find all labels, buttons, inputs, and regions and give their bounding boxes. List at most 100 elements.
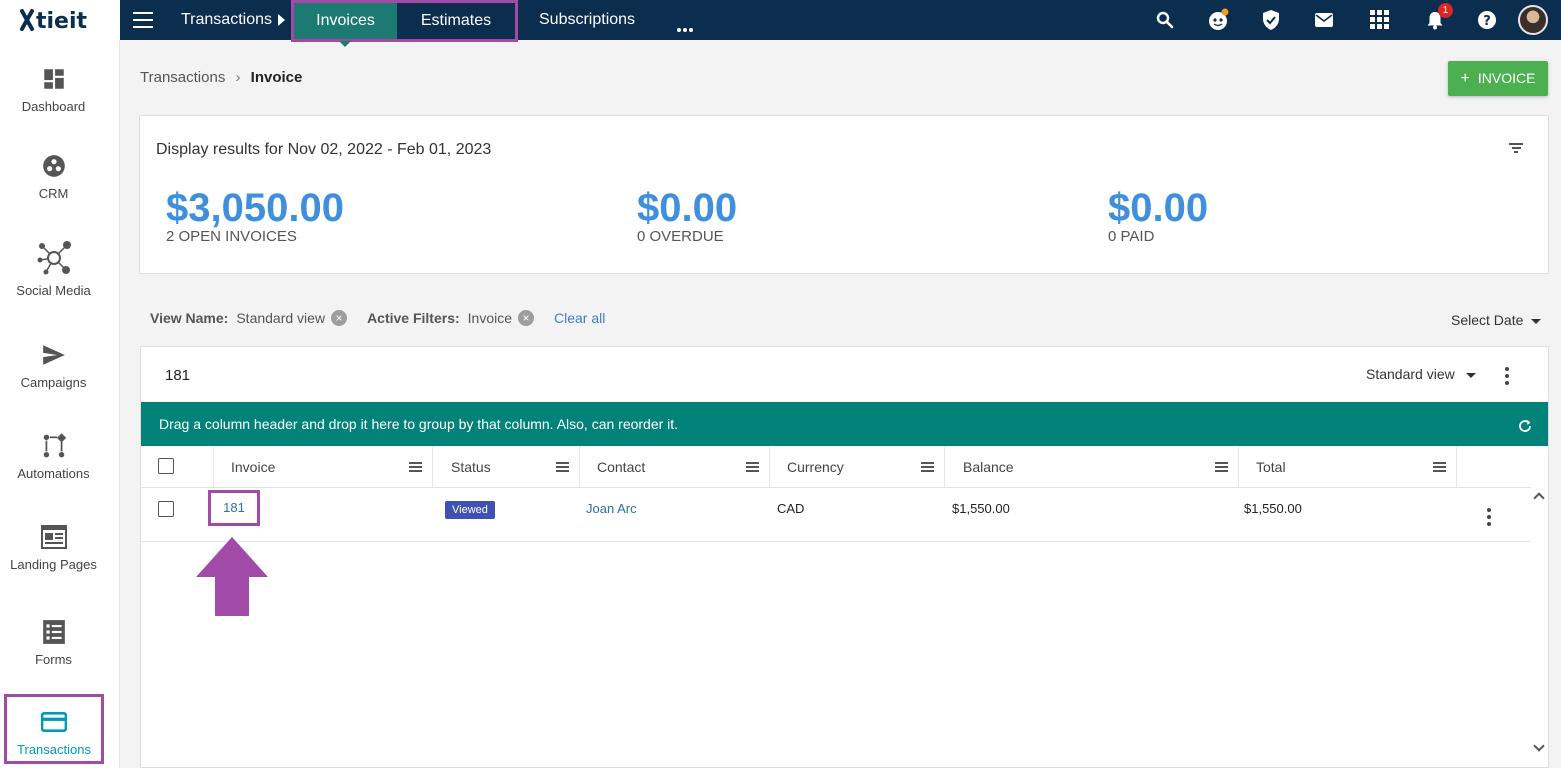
sidebar-item-label: CRM — [38, 186, 69, 201]
sidebar-item-transactions[interactable]: Transactions — [4, 694, 104, 764]
sidebar-item-label: Campaigns — [20, 375, 87, 390]
dashboard-icon — [43, 69, 64, 89]
tieit-logo[interactable]: tieit — [0, 0, 120, 40]
form-icon — [42, 620, 65, 644]
left-sidebar: Dashboard CRM Social Media Campaigns Aut… — [0, 40, 120, 768]
contact-link[interactable]: Joan Arc — [586, 488, 637, 542]
crm-icon — [42, 155, 65, 177]
status-cell: Viewed — [445, 488, 495, 542]
sidebar-item-social-media[interactable]: Social Media — [0, 240, 107, 300]
sidebar-item-forms[interactable]: Forms — [0, 619, 107, 669]
column-menu-icon[interactable] — [1215, 462, 1228, 474]
column-menu-icon[interactable] — [409, 462, 422, 474]
grid-options-kebab-icon[interactable] — [1505, 367, 1509, 388]
tab-invoices[interactable]: Invoices — [294, 3, 397, 47]
vertical-scrollbar[interactable] — [1531, 488, 1548, 758]
more-horizontal-icon[interactable] — [677, 19, 695, 32]
total-cell: $1,550.00 — [1244, 501, 1302, 516]
add-invoice-label: INVOICE — [1477, 70, 1536, 86]
tab-estimates[interactable]: Estimates — [397, 3, 515, 39]
filter-icon[interactable] — [1509, 143, 1523, 155]
column-header-label: Balance — [963, 459, 1014, 475]
select-all-checkbox[interactable] — [158, 458, 174, 474]
currency-cell: CAD — [777, 501, 805, 516]
sidebar-item-label: Social Media — [16, 283, 91, 298]
stat-amount: $0.00 — [1108, 186, 1209, 230]
breadcrumb: Transactions › Invoice — [140, 69, 302, 86]
svg-text:tieit: tieit — [36, 9, 88, 33]
top-navigation-bar: tieit Transactions Invoices Estimates Su… — [0, 0, 1561, 47]
notification-count-badge: 1 — [1438, 3, 1453, 18]
active-filter-value: Invoice — [467, 310, 513, 326]
stat-caption: 0 OVERDUE — [637, 228, 724, 245]
column-header-contact[interactable]: Contact — [580, 446, 770, 488]
nav-section-transactions[interactable]: Transactions — [181, 0, 272, 40]
view-selector-label: Standard view — [1366, 366, 1455, 382]
user-avatar[interactable] — [1518, 5, 1548, 35]
date-range-text: Display results for Nov 02, 2022 - Feb 0… — [156, 141, 492, 158]
column-header-total[interactable]: Total — [1239, 446, 1457, 488]
svg-text:?: ? — [1483, 14, 1491, 29]
stat-amount: $3,050.00 — [166, 186, 344, 230]
shield-icon[interactable] — [1259, 8, 1283, 32]
column-header-currency[interactable]: Currency — [770, 446, 945, 488]
remove-view-close-icon[interactable]: × — [331, 310, 348, 326]
refresh-icon[interactable] — [1517, 418, 1533, 434]
invoice-summary-card: Display results for Nov 02, 2022 - Feb 0… — [139, 115, 1549, 274]
row-select-checkbox[interactable] — [158, 501, 174, 517]
breadcrumb-parent[interactable]: Transactions — [140, 69, 225, 86]
column-header-invoice[interactable]: Invoice — [214, 446, 433, 488]
breadcrumb-separator: › — [235, 69, 241, 86]
view-selector-dropdown[interactable]: Standard view — [1366, 366, 1476, 382]
column-header-status[interactable]: Status — [433, 446, 580, 488]
nav-caret-right-icon — [278, 14, 285, 26]
search-icon[interactable] — [1153, 8, 1177, 32]
sidebar-item-landing-pages[interactable]: Landing Pages — [0, 524, 107, 574]
remove-filter-close-icon[interactable]: × — [518, 310, 535, 326]
chevron-down-icon — [1531, 318, 1542, 324]
stat-amount: $0.00 — [637, 186, 738, 230]
scroll-up-icon[interactable] — [1533, 492, 1545, 504]
help-icon[interactable]: ? — [1475, 8, 1499, 32]
column-menu-icon[interactable] — [921, 462, 934, 474]
sidebar-item-campaigns[interactable]: Campaigns — [0, 342, 107, 392]
sidebar-item-label: Transactions — [17, 742, 91, 757]
chevron-down-icon — [1465, 372, 1476, 378]
stat-caption: 0 PAID — [1108, 228, 1155, 245]
sidebar-item-label: Automations — [17, 466, 90, 481]
add-invoice-button[interactable]: + INVOICE — [1448, 61, 1548, 96]
clear-all-link[interactable]: Clear all — [554, 310, 605, 326]
credit-card-icon — [41, 712, 67, 732]
active-filters-bar: View Name: Standard view × Active Filter… — [150, 310, 605, 326]
menu-icon[interactable] — [133, 12, 153, 28]
invoice-number-link[interactable]: 181 — [208, 490, 260, 526]
row-actions-kebab-icon[interactable] — [1487, 508, 1491, 529]
apps-grid-icon[interactable] — [1368, 8, 1392, 32]
column-menu-icon[interactable] — [746, 462, 759, 474]
mail-icon[interactable] — [1312, 8, 1336, 32]
active-filters-label: Active Filters: — [367, 310, 460, 326]
tab-subscriptions[interactable]: Subscriptions — [539, 0, 635, 40]
select-date-dropdown[interactable]: Select Date — [1451, 312, 1542, 328]
sidebar-item-crm[interactable]: CRM — [0, 153, 107, 203]
sidebar-item-automations[interactable]: Automations — [0, 433, 107, 483]
send-icon — [42, 345, 65, 365]
column-header-balance[interactable]: Balance — [945, 446, 1239, 488]
column-header-label: Invoice — [231, 459, 276, 475]
bell-icon[interactable]: 1 — [1423, 3, 1453, 32]
select-all-column — [141, 446, 214, 488]
sidebar-item-dashboard[interactable]: Dashboard — [0, 66, 107, 116]
logo-icon: tieit — [20, 9, 88, 33]
column-header-label: Total — [1256, 459, 1286, 475]
scroll-down-icon[interactable] — [1533, 740, 1545, 752]
stat-open-invoices: $3,050.00 2 OPEN INVOICES — [166, 186, 344, 245]
plus-icon: + — [1460, 70, 1470, 87]
table-row[interactable]: 181 Viewed Joan Arc CAD $1,550.00 $1,550… — [141, 488, 1531, 542]
breadcrumb-current: Invoice — [250, 69, 303, 86]
column-menu-icon[interactable] — [1433, 462, 1446, 474]
column-menu-icon[interactable] — [556, 462, 569, 474]
stat-caption: 2 OPEN INVOICES — [166, 228, 297, 245]
grid-search-value[interactable]: 181 — [165, 367, 190, 384]
group-by-drop-zone[interactable]: Drag a column header and drop it here to… — [141, 402, 1548, 446]
support-bot-icon[interactable] — [1206, 8, 1230, 32]
